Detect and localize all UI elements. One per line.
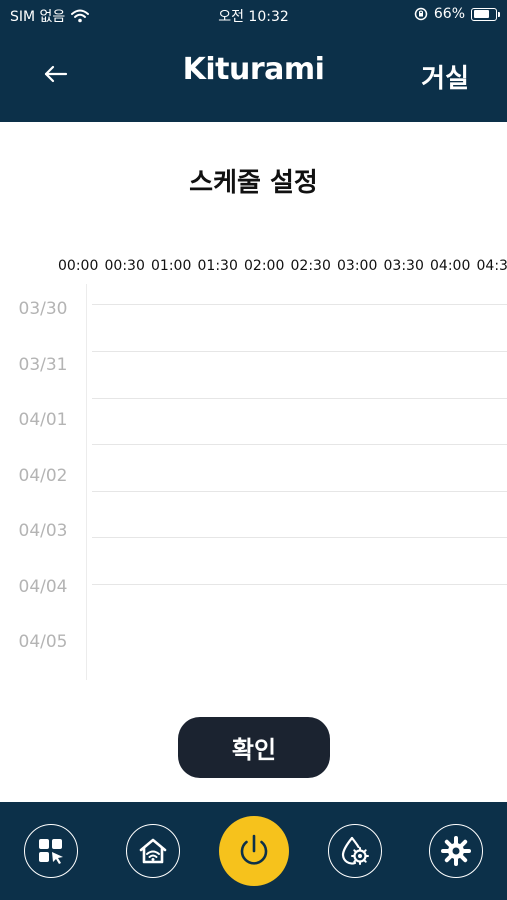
orientation-lock-icon: [414, 7, 428, 21]
date-label: 03/30: [18, 299, 68, 319]
app-header: SIM 없음 오전 10:32 66% Kiturami 거실: [0, 0, 507, 122]
time-slot-label: 03:00: [337, 258, 378, 274]
grid-row-line: [92, 584, 507, 585]
page-title: 스케줄 설정: [189, 168, 318, 198]
grid-divider: [86, 284, 87, 680]
nav-home-wifi-button[interactable]: [126, 824, 180, 878]
grid-row-line: [92, 444, 507, 445]
status-right: 66%: [414, 6, 500, 22]
water-gear-icon: [341, 836, 369, 865]
date-label: 03/31: [18, 355, 68, 375]
room-name[interactable]: 거실: [421, 58, 469, 95]
grid-row-line: [92, 491, 507, 492]
power-icon: [240, 834, 268, 865]
time-slot-label: 02:00: [244, 258, 285, 274]
grid-row-line: [92, 304, 507, 305]
battery-icon: [471, 7, 500, 21]
time-header-row: 00:00 00:30 01:00 01:30 02:00 02:30 03:00 03:30…: [58, 258, 507, 278]
date-label: 04/05: [18, 632, 68, 652]
battery-percent: 66%: [433, 6, 465, 22]
bottom-nav: [0, 802, 507, 900]
home-wifi-icon: [139, 838, 167, 864]
nav-settings-button[interactable]: [429, 824, 483, 878]
time-slot-label: 03:30: [383, 258, 424, 274]
grid-row-line: [92, 351, 507, 352]
date-label: 04/01: [18, 410, 68, 430]
nav-grid-menu-button[interactable]: [24, 824, 78, 878]
time-slot-label: 01:00: [151, 258, 192, 274]
settings-gear-icon: [441, 836, 471, 866]
confirm-button[interactable]: 확인: [178, 717, 330, 778]
status-bar: SIM 없음 오전 10:32 66%: [0, 0, 507, 30]
grid-menu-icon: [39, 839, 63, 864]
time-slot-label: 01:30: [197, 258, 238, 274]
date-label: 04/04: [18, 577, 68, 597]
date-label: 04/02: [18, 466, 68, 486]
grid-row-line: [92, 537, 507, 538]
time-slot-label: 04:30: [476, 258, 507, 274]
time-slot-label: 02:30: [290, 258, 331, 274]
schedule-grid[interactable]: 03/30 03/31 04/01 04/02 04/03 04/04 04/0…: [0, 284, 507, 680]
nav-water-gear-button[interactable]: [328, 824, 382, 878]
time-slot-label: 00:30: [104, 258, 145, 274]
date-label: 04/03: [18, 521, 68, 541]
time-slot-label: 00:00: [58, 258, 99, 274]
grid-row-line: [92, 398, 507, 399]
time-slot-label: 04:00: [430, 258, 471, 274]
power-button[interactable]: [219, 816, 289, 886]
